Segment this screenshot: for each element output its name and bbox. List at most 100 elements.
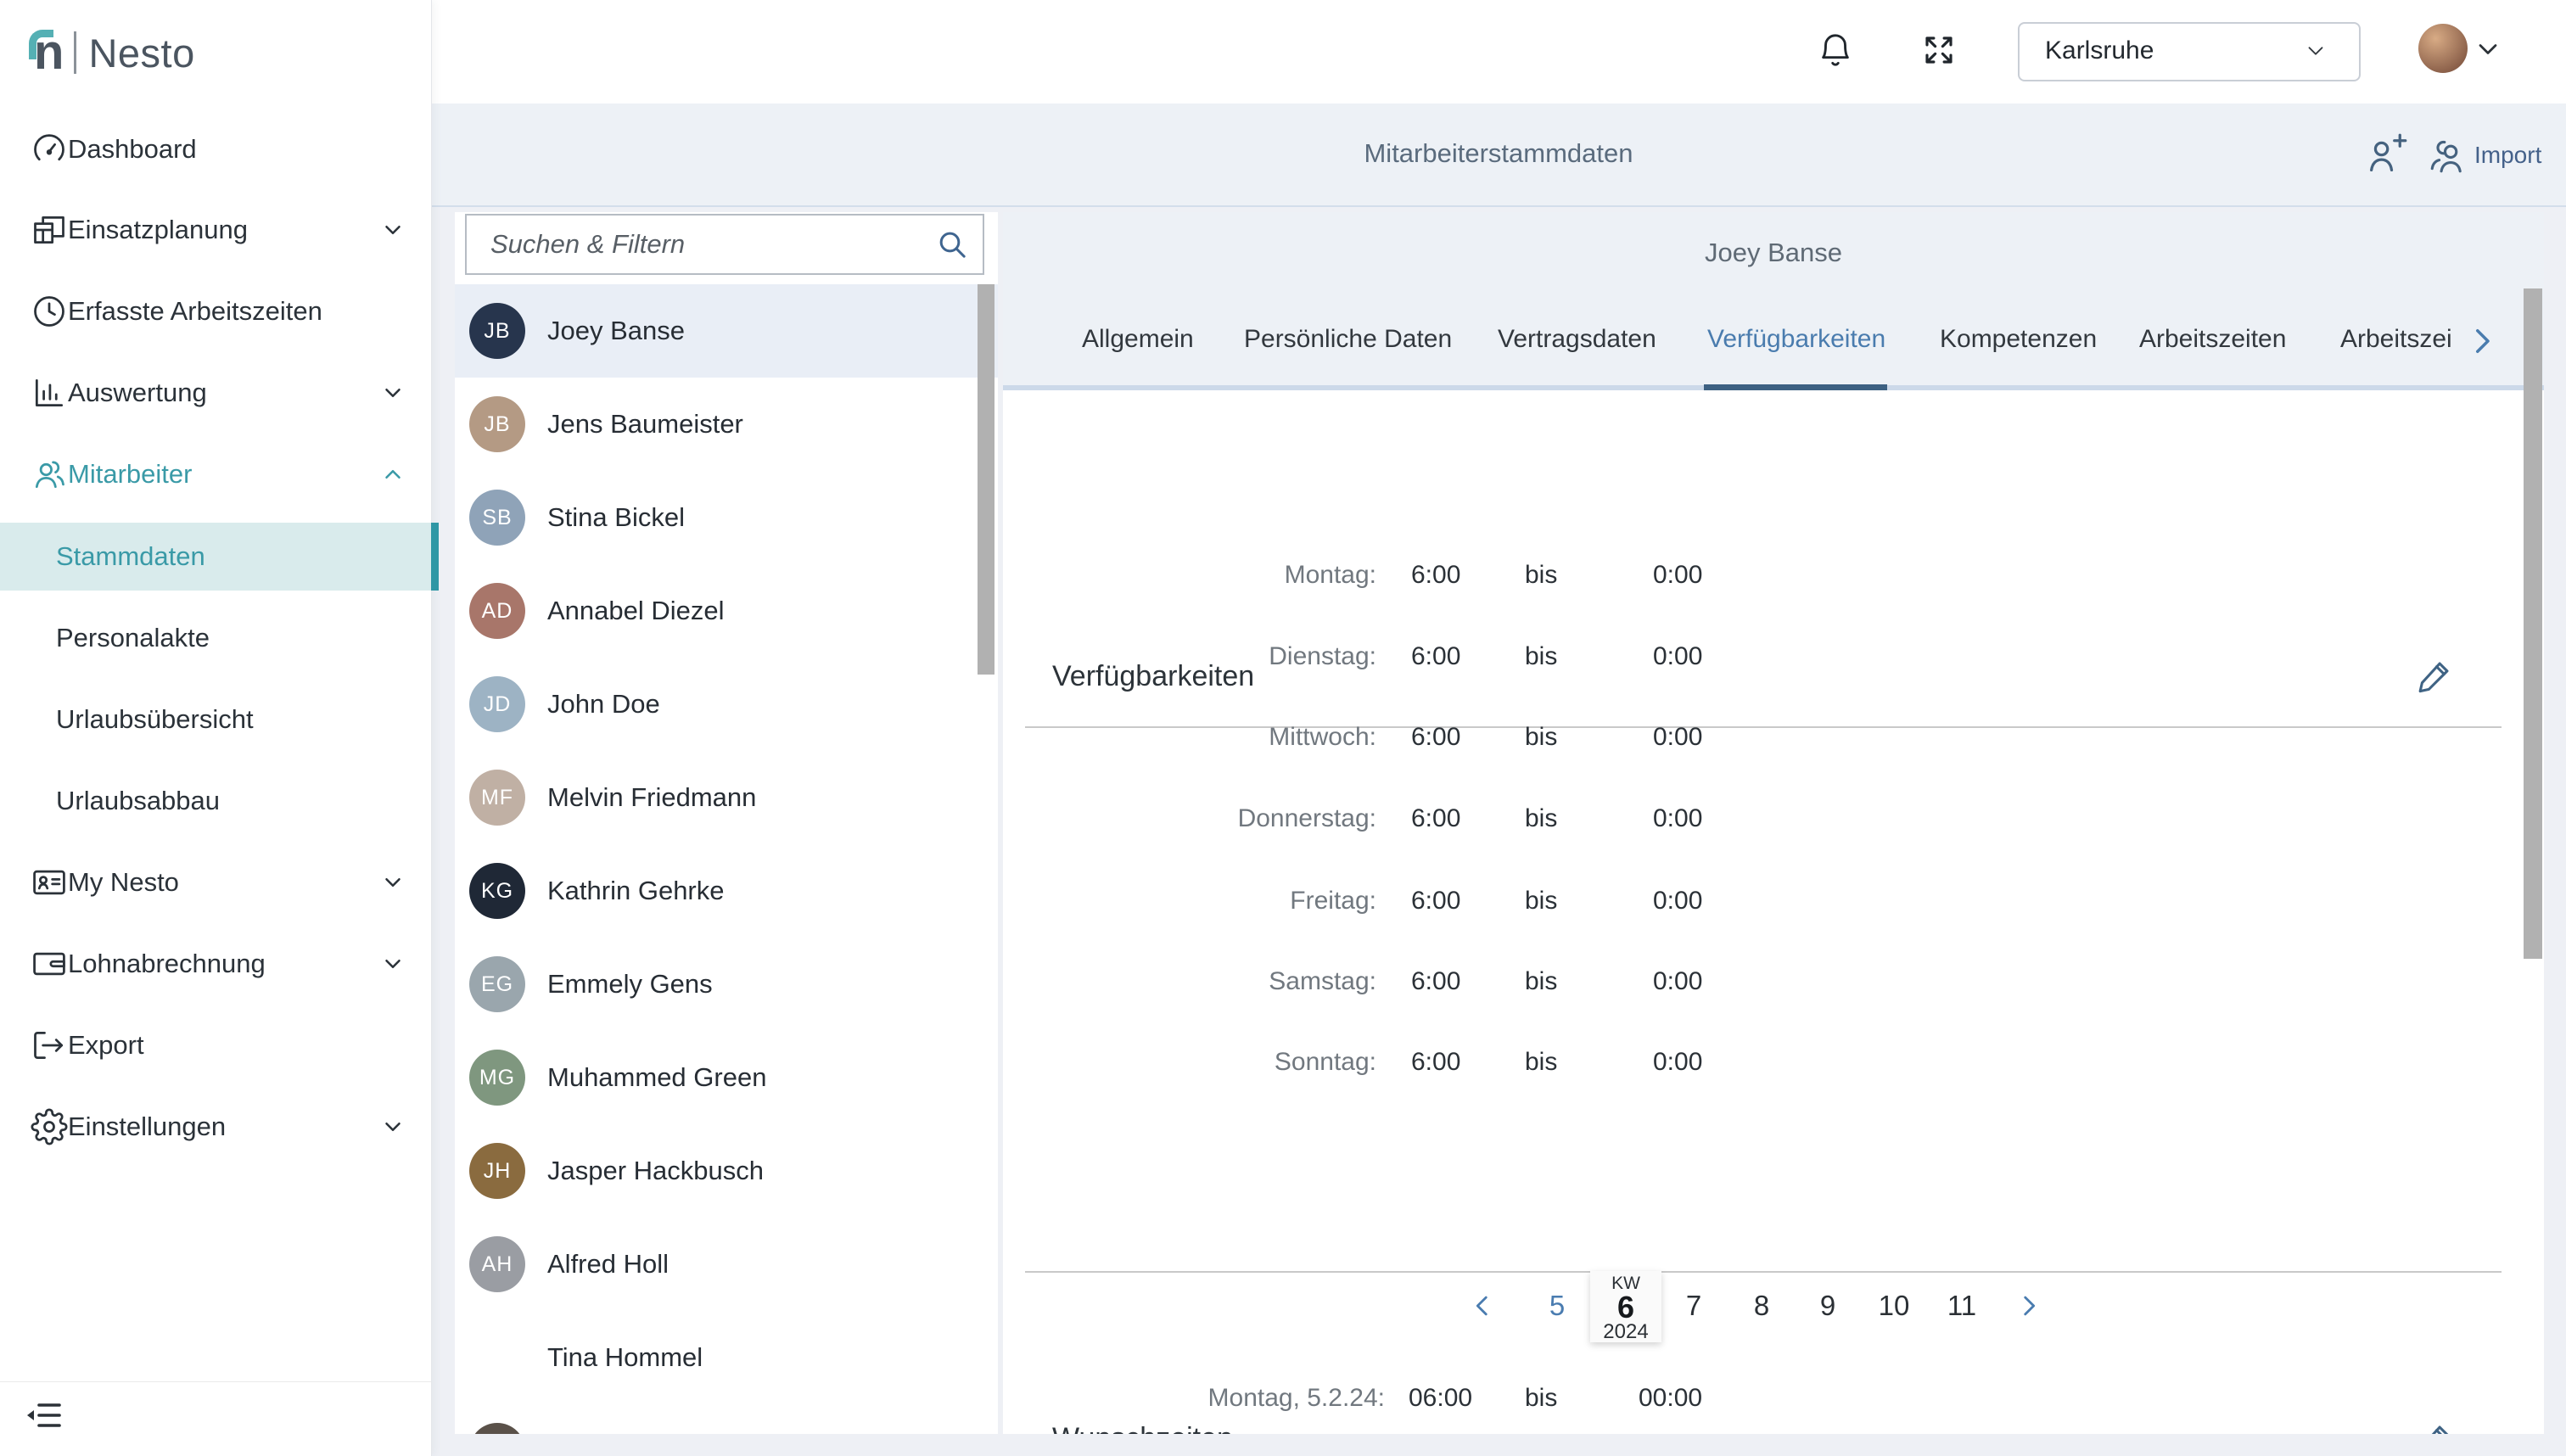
availability-row: Dienstag: 6:00 bis 0:00 (1003, 642, 1936, 676)
employee-name: Jens Baumeister (547, 378, 743, 471)
week-number-8[interactable]: 8 (1754, 1290, 1769, 1322)
search-input[interactable] (467, 216, 983, 273)
time-from: 6:00 (1411, 804, 1460, 833)
sidebar: n Nesto Dashboard Einsatzplanung Erfa (0, 0, 432, 1456)
nesto-logo: n Nesto (34, 22, 195, 83)
week-number-9[interactable]: 9 (1820, 1290, 1835, 1322)
page-title: Mitarbeiterstammdaten (431, 104, 2566, 204)
add-employee-icon[interactable] (2364, 132, 2408, 176)
list-item-employee[interactable]: AD Annabel Diezel (455, 564, 998, 658)
sidebar-item-urlaubsabbau[interactable]: Urlaubsabbau (0, 776, 431, 826)
avatar: AH (469, 1236, 525, 1292)
time-from: 6:00 (1411, 887, 1460, 916)
active-tab-underline (1704, 384, 1887, 390)
day-label: Sonntag: (1122, 1048, 1376, 1077)
tab-vertragsdaten[interactable]: Vertragsdaten (1498, 293, 1656, 385)
sidebar-item-personalakte[interactable]: Personalakte (0, 613, 431, 664)
detail-panel-scrollbar-thumb[interactable] (2524, 288, 2542, 959)
week-number-10[interactable]: 10 (1879, 1290, 1910, 1322)
tab-allgemein[interactable]: Allgemein (1082, 293, 1194, 385)
sidebar-collapse-button[interactable] (24, 1395, 64, 1436)
sidebar-item-label: Einstellungen (68, 1101, 226, 1152)
sidebar-subitem-label: Urlaubsabbau (56, 776, 220, 826)
tab-arbeitszeiten[interactable]: Arbeitszeiten (2139, 293, 2286, 385)
sidebar-item-auswertung[interactable]: Auswertung (0, 367, 431, 418)
list-item-employee[interactable]: EG Emmely Gens (455, 938, 998, 1032)
sidebar-item-mitarbeiter[interactable]: Mitarbeiter (0, 449, 431, 500)
week-number-11[interactable]: 11 (1947, 1290, 1976, 1322)
search-icon[interactable] (935, 227, 969, 261)
sidebar-item-dashboard[interactable]: Dashboard (0, 124, 431, 175)
tab-kompetenzen[interactable]: Kompetenzen (1940, 293, 2097, 385)
selected-week-box[interactable]: KW 6 2024 (1590, 1271, 1661, 1342)
day-label: Mittwoch: (1122, 723, 1376, 752)
time-to: 0:00 (1653, 967, 1702, 996)
topbar: Karlsruhe (431, 0, 2566, 104)
list-item-employee[interactable]: AH Alfred Holl (455, 1218, 998, 1312)
location-select[interactable]: Karlsruhe (2018, 22, 2361, 81)
sidebar-item-urlaubsuebersicht[interactable]: Urlaubsübersicht (0, 694, 431, 745)
list-item-employee[interactable]: JB Jens Baumeister (455, 378, 998, 472)
sidebar-item-erfasste-arbeitszeiten[interactable]: Erfasste Arbeitszeiten (0, 286, 431, 337)
search-box (465, 214, 984, 275)
import-button[interactable]: Import (2427, 134, 2541, 176)
list-item-employee[interactable]: MF Melvin Friedmann (455, 751, 998, 845)
sidebar-subitem-label: Urlaubsübersicht (56, 694, 254, 745)
sidebar-item-einstellungen[interactable]: Einstellungen (0, 1101, 431, 1152)
time-separator: bis (1525, 1048, 1557, 1077)
list-item-employee[interactable]: JD John Doe (455, 658, 998, 752)
list-item-partial[interactable] (455, 1404, 998, 1434)
day-label: Montag: (1122, 561, 1376, 590)
list-item-employee[interactable]: TH Tina Hommel (455, 1311, 998, 1405)
notifications-bell-icon[interactable] (1816, 31, 1855, 70)
time-from: 6:00 (1411, 967, 1460, 996)
edit-wish-times-pencil-icon[interactable] (2415, 1420, 2454, 1434)
sidebar-item-label: Dashboard (68, 124, 197, 175)
tabs-overflow-chevron-right-icon[interactable] (2464, 323, 2500, 359)
sidebar-item-my-nesto[interactable]: My Nesto (0, 857, 431, 908)
user-menu-chevron-icon[interactable] (2473, 34, 2503, 64)
sidebar-item-label: Lohnabrechnung (68, 938, 266, 989)
edit-availability-pencil-icon[interactable] (2415, 657, 2454, 696)
avatar: AD (469, 583, 525, 639)
user-avatar[interactable] (2418, 24, 2468, 73)
time-separator: bis (1525, 967, 1557, 996)
employee-name: Muhammed Green (547, 1031, 766, 1124)
week-number-5[interactable]: 5 (1549, 1290, 1565, 1322)
sidebar-item-stammdaten[interactable]: Stammdaten (0, 523, 439, 591)
time-separator: bis (1525, 804, 1557, 833)
list-item-employee[interactable]: MG Muhammed Green (455, 1031, 998, 1125)
time-from: 6:00 (1411, 642, 1460, 671)
time-to: 0:00 (1653, 1048, 1702, 1077)
list-item-employee[interactable]: JB Joey Banse (455, 284, 998, 378)
import-label: Import (2474, 142, 2541, 169)
week-next-chevron-right-icon[interactable] (2014, 1291, 2043, 1320)
fullscreen-icon[interactable] (1921, 32, 1957, 68)
day-label: Samstag: (1122, 967, 1376, 996)
import-people-icon (2427, 134, 2469, 176)
sidebar-subitem-label: Personalakte (56, 613, 210, 664)
list-item-employee[interactable]: KG Kathrin Gehrke (455, 844, 998, 938)
day-label: Dienstag: (1122, 642, 1376, 671)
tab-verfuegbarkeiten[interactable]: Verfügbarkeiten (1707, 293, 1885, 385)
sidebar-item-export[interactable]: Export (0, 1020, 431, 1071)
tab-arbeitszei-truncated[interactable]: Arbeitszei (2340, 293, 2452, 385)
sidebar-item-einsatzplanung[interactable]: Einsatzplanung (0, 204, 431, 255)
sidebar-item-label: Mitarbeiter (68, 449, 192, 500)
tab-persoenliche-daten[interactable]: Persönliche Daten (1244, 293, 1452, 385)
list-item-employee[interactable]: SB Stina Bickel (455, 471, 998, 565)
time-separator: bis (1525, 723, 1557, 752)
chevron-down-icon (380, 951, 406, 977)
time-to: 0:00 (1653, 723, 1702, 752)
avatar (469, 1423, 525, 1434)
employee-name: Melvin Friedmann (547, 751, 756, 844)
week-prev-chevron-left-icon[interactable] (1468, 1291, 1497, 1320)
employee-name: Jasper Hackbusch (547, 1124, 764, 1218)
employee-list-scrollbar-thumb[interactable] (978, 284, 994, 675)
week-number-7[interactable]: 7 (1686, 1290, 1701, 1322)
list-item-employee[interactable]: JH Jasper Hackbusch (455, 1124, 998, 1218)
location-select-value: Karlsruhe (2045, 24, 2154, 78)
sidebar-item-lohnabrechnung[interactable]: Lohnabrechnung (0, 938, 431, 989)
detail-header: Joey Banse (1003, 212, 2544, 293)
time-to: 0:00 (1653, 561, 1702, 590)
